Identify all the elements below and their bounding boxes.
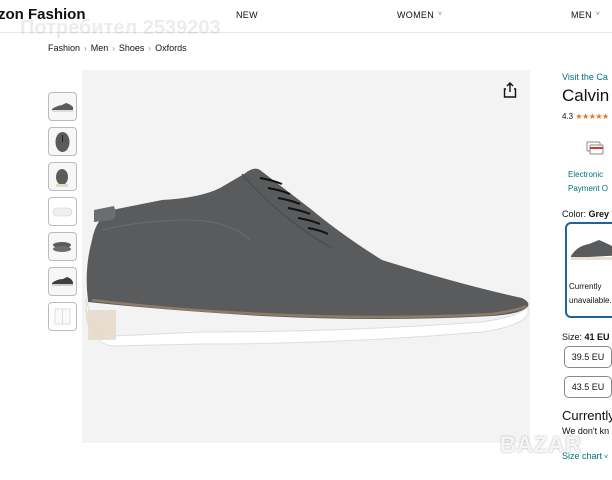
breadcrumb-oxfords[interactable]: Oxfords — [155, 43, 187, 53]
rating-value: 4.3 — [562, 112, 574, 121]
shoe-front-thumb[interactable] — [48, 162, 77, 191]
size-label-key: Size: — [562, 332, 583, 342]
payment-line-2: Payment O — [568, 184, 609, 193]
oxford-shoe-image — [85, 168, 529, 347]
nav-new-label: NEW — [236, 10, 258, 20]
main-product-image[interactable] — [82, 70, 530, 443]
shoe-top-thumb[interactable] — [48, 127, 77, 156]
color-swatch-grey[interactable]: Currently unavailable. — [565, 222, 612, 318]
color-label: Color: Grey — [562, 209, 609, 219]
user-watermark: Потребител 2539203 — [20, 17, 221, 39]
visit-brand-store-link[interactable]: Visit the Ca — [562, 72, 608, 82]
chevron-down-icon: ˅ — [438, 11, 443, 18]
nav-new[interactable]: NEW — [236, 10, 258, 20]
star-rating-icon: ★★★★★ — [575, 112, 609, 121]
size-option-39-5[interactable]: 39.5 EU — [564, 346, 612, 368]
shoe-side-thumb[interactable] — [48, 92, 77, 121]
nav-men[interactable]: MEN ˅ — [571, 10, 600, 20]
nav-women-label: WOMEN — [397, 10, 434, 20]
shoe-box-thumb[interactable] — [48, 302, 77, 331]
shoe-pair-thumb[interactable] — [48, 232, 77, 261]
swatch-availability: Currently unavailable. — [569, 280, 612, 308]
product-title: Calvin — [562, 86, 610, 105]
availability-heading: Currently — [562, 408, 612, 423]
product-rating[interactable]: 4.3 ★★★★★ — [562, 112, 609, 121]
swatch-status-line-2: unavailable. — [569, 296, 612, 305]
chevron-down-icon: ˅ — [595, 11, 601, 18]
nav-men-label: MEN — [571, 10, 592, 20]
shoe-side-dark-thumb[interactable] — [48, 267, 77, 296]
nav-women[interactable]: WOMEN ˅ — [397, 10, 442, 20]
chevron-down-icon: ˅ — [604, 454, 609, 461]
shoe-sole-thumb[interactable] — [48, 197, 77, 226]
breadcrumb-fashion[interactable]: Fashion — [48, 43, 80, 53]
chevron-right-icon: › — [112, 44, 115, 53]
size-value: 41 EU — [584, 332, 610, 342]
color-label-key: Color: — [562, 209, 587, 219]
payment-card-icon — [586, 141, 604, 155]
chevron-right-icon: › — [148, 44, 152, 53]
size-label: Size: 41 EU — [562, 332, 610, 342]
bazar-watermark: BAZAR — [500, 432, 582, 457]
breadcrumb: Fashion › Men › Shoes › Oxfords — [48, 43, 187, 53]
breadcrumb-men[interactable]: Men — [91, 43, 109, 53]
color-value: Grey — [588, 209, 610, 219]
payment-options-link[interactable]: Electronic Payment O — [568, 168, 608, 196]
swatch-shoe-image — [571, 240, 612, 260]
size-option-43-5[interactable]: 43.5 EU — [564, 376, 612, 398]
breadcrumb-shoes[interactable]: Shoes — [119, 43, 145, 53]
swatch-status-line-1: Currently — [569, 282, 602, 291]
share-icon[interactable] — [503, 82, 517, 98]
payment-line-1: Electronic — [568, 170, 604, 179]
chevron-right-icon: › — [84, 44, 87, 53]
